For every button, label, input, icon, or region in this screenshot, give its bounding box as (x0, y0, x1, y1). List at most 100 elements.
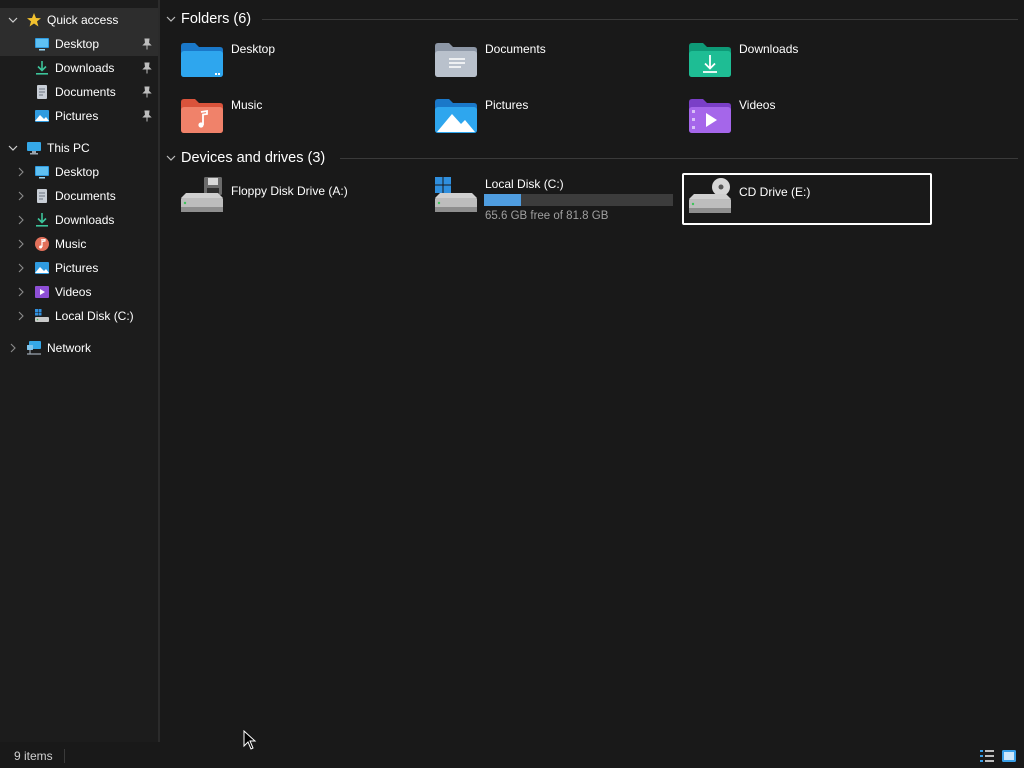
chevron-down-icon[interactable] (8, 143, 18, 153)
nav-label-documents: Documents (55, 189, 116, 203)
folder-label-desktop: Desktop (231, 42, 276, 56)
floppy-drive-icon (181, 177, 223, 212)
local-disk-icon (435, 177, 477, 212)
content-pane: Folders (6) Desktop Documents Downloads … (160, 0, 1024, 742)
nav-label-pictures: Pictures (55, 261, 99, 275)
nav-label-desktop: Desktop (55, 165, 100, 179)
chevron-right-icon[interactable] (16, 215, 26, 225)
drive-label-floppy: Floppy Disk Drive (A:) (231, 184, 348, 198)
nav-label-local-disk: Local Disk (C:) (55, 309, 134, 323)
folder-tile-downloads[interactable]: Downloads (668, 30, 918, 82)
chevron-right-icon[interactable] (16, 287, 26, 297)
folder-tile-music[interactable]: Music (160, 86, 410, 138)
folder-tile-documents[interactable]: Documents (414, 30, 664, 82)
videos-folder-icon (689, 99, 731, 133)
nav-label-quick-access: Quick access (47, 13, 119, 27)
item-count: 9 items (14, 749, 53, 763)
chevron-right-icon[interactable] (16, 191, 26, 201)
nav-pc-local-disk[interactable]: Local Disk (C:) (0, 304, 158, 328)
drive-tile-floppy[interactable]: Floppy Disk Drive (A:) (160, 172, 410, 224)
nav-quick-documents[interactable]: Documents (0, 80, 158, 104)
nav-this-pc[interactable]: This PC (0, 136, 158, 160)
devices-group-title: Devices and drives (3) (181, 150, 326, 166)
nav-pc-downloads[interactable]: Downloads (0, 208, 158, 232)
folder-tile-desktop[interactable]: Desktop (160, 30, 410, 82)
chevron-right-icon[interactable] (16, 167, 26, 177)
music-icon (35, 237, 49, 251)
navigation-pane: Quick access Desktop Downloads Documents… (0, 0, 158, 742)
folder-label-documents: Documents (485, 42, 546, 56)
drive-tile-cd[interactable]: CD Drive (E:) (682, 173, 932, 225)
tiles-view-icon[interactable] (1001, 748, 1017, 764)
network-icon (27, 341, 41, 355)
chevron-down-icon[interactable] (166, 153, 176, 163)
pin-icon[interactable] (142, 62, 152, 74)
local-disk-icon (35, 309, 49, 322)
nav-pc-documents[interactable]: Documents (0, 184, 158, 208)
mouse-cursor-icon (243, 730, 257, 750)
pictures-folder-icon (435, 99, 477, 133)
folder-label-downloads: Downloads (739, 42, 799, 56)
nav-label-this-pc: This PC (47, 141, 90, 155)
nav-network[interactable]: Network (0, 336, 158, 360)
folders-group-header[interactable]: Folders (6) (166, 8, 251, 30)
desktop-icon (35, 38, 49, 51)
document-icon (37, 189, 47, 203)
status-bar: 9 items (0, 742, 1024, 768)
downloads-folder-icon (689, 43, 731, 77)
nav-pc-music[interactable]: Music (0, 232, 158, 256)
details-view-icon[interactable] (979, 748, 995, 764)
pictures-icon (35, 262, 49, 274)
nav-quick-downloads[interactable]: Downloads (0, 56, 158, 80)
music-folder-icon (181, 99, 223, 133)
pin-icon[interactable] (142, 110, 152, 122)
cd-drive-icon (689, 178, 731, 213)
nav-label-downloads: Downloads (55, 61, 115, 75)
pin-icon[interactable] (142, 86, 152, 98)
nav-label-desktop: Desktop (55, 37, 100, 51)
chevron-right-icon[interactable] (16, 311, 26, 321)
download-icon (36, 213, 48, 227)
videos-icon (35, 286, 49, 298)
nav-label-music: Music (55, 237, 87, 251)
folder-tile-videos[interactable]: Videos (668, 86, 918, 138)
chevron-down-icon[interactable] (166, 14, 176, 24)
folder-label-pictures: Pictures (485, 98, 529, 112)
drive-label-local-disk: Local Disk (C:) (485, 177, 564, 191)
document-icon (37, 85, 47, 99)
nav-pc-pictures[interactable]: Pictures (0, 256, 158, 280)
folder-label-videos: Videos (739, 98, 776, 112)
nav-quick-desktop[interactable]: Desktop (0, 32, 158, 56)
folder-label-music: Music (231, 98, 263, 112)
nav-label-videos: Videos (55, 285, 92, 299)
download-icon (36, 61, 48, 75)
status-separator (64, 749, 65, 763)
chevron-down-icon[interactable] (8, 15, 18, 25)
nav-label-pictures: Pictures (55, 109, 99, 123)
disk-usage-bar (484, 194, 673, 206)
nav-label-downloads: Downloads (55, 213, 115, 227)
star-icon (27, 13, 41, 27)
group-divider (340, 158, 1018, 159)
folder-tile-pictures[interactable]: Pictures (414, 86, 664, 138)
devices-group-header[interactable]: Devices and drives (3) (166, 147, 325, 169)
documents-folder-icon (435, 43, 477, 77)
disk-usage-fill (484, 194, 522, 206)
nav-pc-desktop[interactable]: Desktop (0, 160, 158, 184)
drive-label-cd: CD Drive (E:) (739, 185, 811, 199)
nav-pc-videos[interactable]: Videos (0, 280, 158, 304)
pin-icon[interactable] (142, 38, 152, 50)
nav-label-documents: Documents (55, 85, 116, 99)
nav-quick-pictures[interactable]: Pictures (0, 104, 158, 128)
chevron-right-icon[interactable] (16, 263, 26, 273)
desktop-folder-icon (181, 43, 223, 77)
chevron-right-icon[interactable] (16, 239, 26, 249)
computer-icon (27, 142, 41, 155)
desktop-icon (35, 166, 49, 179)
folders-group-title: Folders (6) (181, 11, 252, 27)
pictures-icon (35, 110, 49, 122)
chevron-right-icon[interactable] (8, 343, 18, 353)
nav-label-network: Network (47, 341, 92, 355)
nav-quick-access[interactable]: Quick access (0, 8, 158, 32)
group-divider (262, 19, 1018, 20)
